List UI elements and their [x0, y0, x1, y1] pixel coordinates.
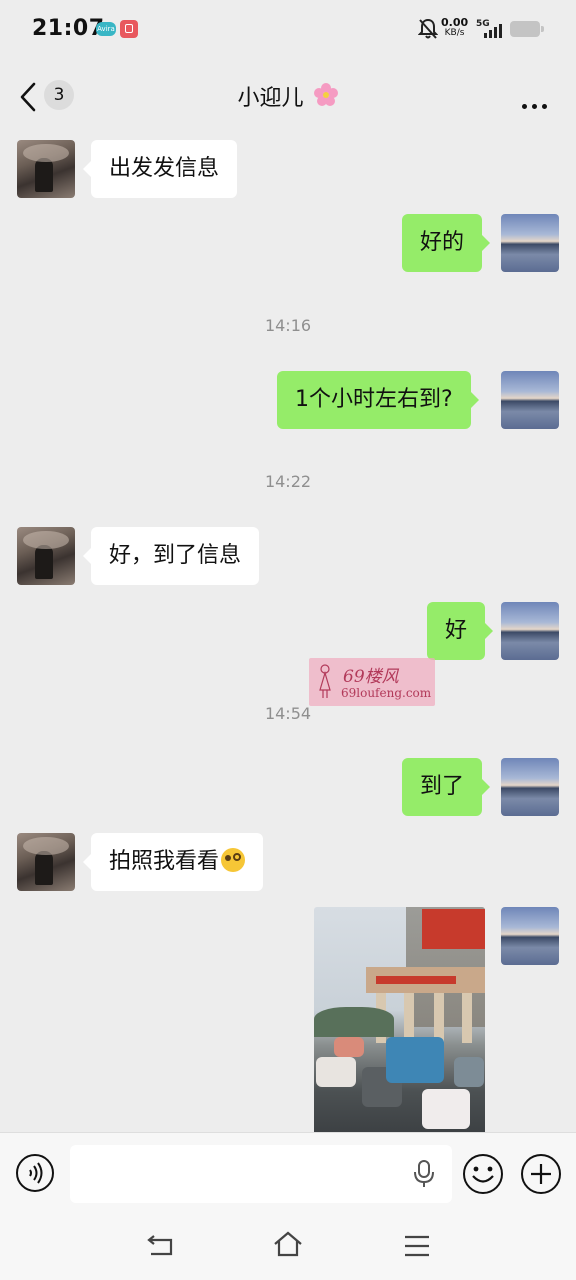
menu-nav-icon[interactable] — [403, 1234, 431, 1258]
cherry-blossom-icon — [313, 83, 338, 106]
photo-pillar — [462, 993, 472, 1043]
system-nav-bar — [0, 1212, 576, 1280]
dot-icon — [522, 104, 527, 109]
my-avatar[interactable] — [501, 758, 559, 816]
contact-name: 小迎儿 — [237, 86, 304, 111]
clock: 21:07 — [32, 16, 105, 41]
message-list[interactable]: 出发发信息 好的 14:16 1个小时左右到? 14:22 好，到了信息 好 6… — [0, 132, 576, 1132]
message-text: 拍照我看看 — [109, 849, 220, 874]
network-speed: 0.00 KB/s — [441, 17, 468, 39]
emoji-button[interactable] — [462, 1153, 504, 1195]
my-avatar[interactable] — [501, 907, 559, 965]
net-speed-value: 0.00 — [441, 16, 469, 29]
photo-scooter — [334, 1037, 364, 1057]
photo-scooter — [454, 1057, 484, 1087]
message-bubble-outgoing[interactable]: 好的 — [402, 214, 491, 272]
contact-avatar[interactable] — [17, 833, 75, 891]
chat-title: 小迎儿 — [0, 80, 576, 112]
microphone-icon[interactable] — [412, 1159, 436, 1189]
timestamp: 14:22 — [264, 472, 312, 491]
photo-pillar — [404, 993, 414, 1043]
watermark-url: 69loufeng.com — [341, 686, 432, 700]
chat-header: 3 小迎儿 — [0, 60, 576, 132]
plus-button[interactable] — [520, 1153, 562, 1195]
app-notification-icon — [120, 20, 138, 38]
more-options-button[interactable] — [522, 94, 552, 109]
photo-scooter — [316, 1057, 356, 1087]
message-bubble-outgoing[interactable]: 到了 — [402, 758, 491, 816]
network-type: 5G — [476, 19, 490, 29]
voice-input-button[interactable] — [15, 1153, 55, 1193]
message-bubble-outgoing[interactable]: 好 — [427, 602, 494, 660]
dot-icon — [532, 104, 537, 109]
timestamp: 14:16 — [264, 316, 312, 335]
contact-avatar[interactable] — [17, 140, 75, 198]
back-nav-icon[interactable] — [146, 1232, 176, 1258]
my-avatar[interactable] — [501, 602, 559, 660]
signal-5g-icon: 5G — [476, 19, 502, 38]
photo-scooter — [422, 1089, 470, 1129]
status-bar: 21:07 Avira 0.00 KB/s 5G — [0, 0, 576, 60]
photo-trees — [314, 1007, 394, 1037]
photo-tricycle — [386, 1037, 444, 1083]
battery-icon — [510, 21, 544, 37]
contact-avatar[interactable] — [17, 527, 75, 585]
message-bubble-outgoing[interactable]: 1个小时左右到? — [277, 371, 479, 429]
home-nav-icon[interactable] — [272, 1230, 304, 1258]
message-bubble-incoming[interactable]: 出发发信息 — [82, 140, 238, 198]
message-input[interactable] — [70, 1145, 452, 1203]
photo-canopy — [366, 967, 485, 993]
mute-bell-icon — [418, 18, 438, 39]
woman-figure-icon — [319, 664, 331, 698]
my-avatar[interactable] — [501, 214, 559, 272]
thinking-face-emoji-icon — [221, 848, 246, 872]
photo-sign — [422, 909, 485, 949]
input-bar — [0, 1132, 576, 1213]
dot-icon — [542, 104, 547, 109]
net-speed-unit: KB/s — [444, 28, 465, 38]
image-message[interactable] — [314, 907, 485, 1132]
watermark-brand: 69楼风 — [343, 667, 399, 687]
message-bubble-incoming[interactable]: 好，到了信息 — [82, 527, 260, 585]
app-notification-icon: Avira — [96, 22, 116, 36]
watermark: 69楼风 69loufeng.com — [309, 658, 435, 706]
timestamp: 14:54 — [264, 704, 312, 723]
photo-pillar — [434, 993, 444, 1043]
my-avatar[interactable] — [501, 371, 559, 429]
message-bubble-incoming[interactable]: 拍照我看看 — [82, 833, 264, 891]
